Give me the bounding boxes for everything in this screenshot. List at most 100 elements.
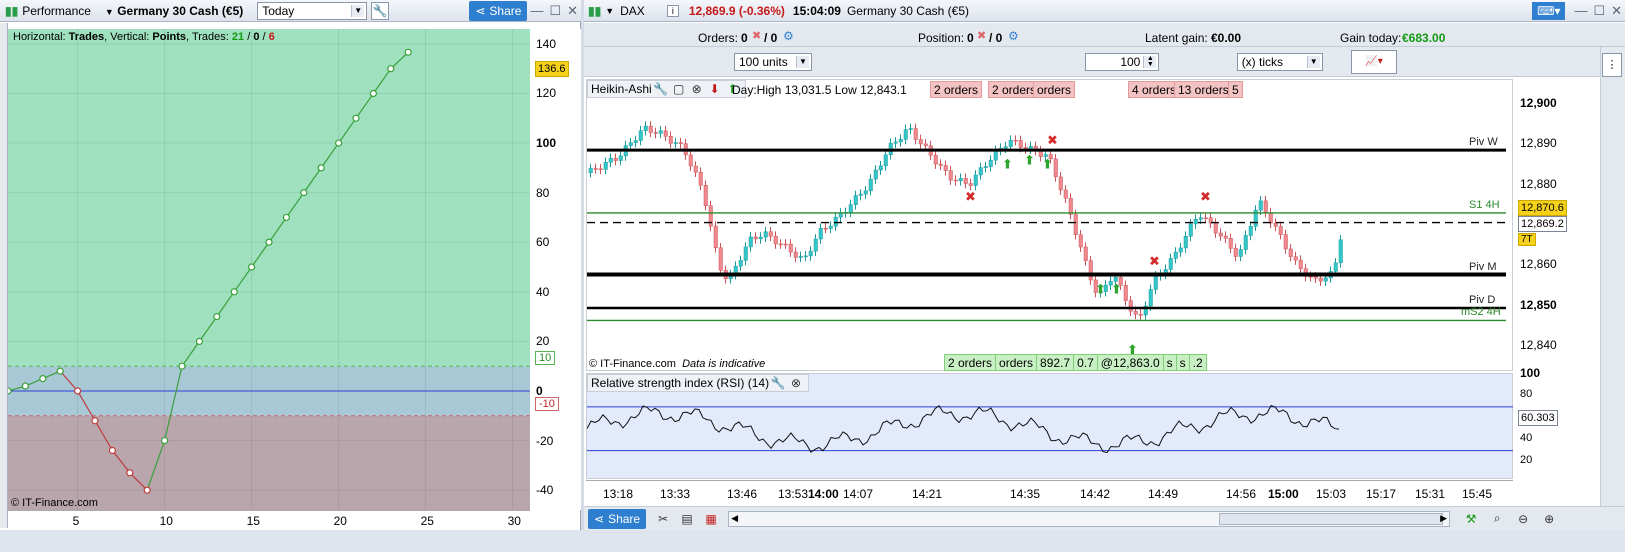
performance-icon: ▮▮: [5, 3, 19, 18]
close-circle-icon[interactable]: ⊗: [787, 374, 805, 392]
window-icon[interactable]: ▢: [670, 80, 688, 98]
list-icon[interactable]: ▤: [678, 510, 696, 528]
position-value[interactable]: 0: [967, 31, 974, 45]
position-tag[interactable]: s: [1175, 354, 1190, 371]
performance-title: Performance: [22, 3, 91, 18]
candle-body: [1213, 222, 1218, 234]
candle-body: [1278, 226, 1283, 235]
candle-body: [1188, 223, 1193, 237]
order-tag[interactable]: 4 orders: [1128, 81, 1181, 98]
order-tag[interactable]: 13 orders: [1174, 81, 1233, 98]
candle-body: [978, 167, 983, 176]
wrench-icon[interactable]: 🔧: [769, 374, 787, 392]
table-icon[interactable]: ▦: [702, 510, 720, 528]
time-tick-label: 14:00: [808, 487, 839, 501]
zoom-out-icon[interactable]: ⊖: [1514, 510, 1532, 528]
symbol-label[interactable]: DAX: [620, 4, 645, 18]
order-tag[interactable]: orders: [1033, 81, 1076, 98]
keyboard-icon[interactable]: ⌨▾: [1532, 1, 1566, 20]
stepper-icon[interactable]: ▲ ▼: [1143, 55, 1157, 68]
maximize-icon[interactable]: ☐: [1593, 3, 1605, 19]
cancel-icon[interactable]: ✖: [752, 29, 761, 42]
minimize-icon[interactable]: —: [530, 3, 543, 18]
rsi-title[interactable]: Relative strength index (RSI) (14): [591, 376, 769, 390]
strategy-icon[interactable]: 📈▾: [1351, 50, 1397, 74]
order-tag[interactable]: 5: [1228, 81, 1243, 98]
candle-body: [1008, 139, 1013, 147]
period-select[interactable]: Today ▼: [257, 1, 368, 20]
position-tag[interactable]: s: [1162, 354, 1177, 371]
performance-x-axis: 5 10 15 20 25 30: [8, 510, 530, 530]
orders-value-2[interactable]: / 0: [764, 31, 777, 45]
perf-point: [369, 89, 377, 98]
perf-point: [282, 213, 290, 222]
share-button[interactable]: ⋖ Share: [469, 0, 528, 21]
piv_d-label: Piv D: [1469, 293, 1496, 306]
candle-body: [1263, 200, 1268, 213]
position-value-2[interactable]: / 0: [989, 31, 1002, 45]
position-tag[interactable]: .2: [1188, 354, 1207, 371]
minimize-icon[interactable]: —: [1574, 3, 1587, 18]
position-tag[interactable]: 892.7: [1036, 354, 1075, 371]
tools-icon[interactable]: ✂: [654, 510, 672, 528]
chevron-left-icon[interactable]: ◀: [731, 513, 738, 524]
upper-band-tag: 10: [535, 351, 556, 365]
chevron-right-icon[interactable]: ▶: [1440, 513, 1447, 524]
perf-point: [300, 189, 308, 197]
candle-body: [1088, 260, 1093, 281]
position-tag[interactable]: orders: [995, 354, 1038, 371]
price-chart: ✖⬆ ⬆ ⬆✖⬆ ⬆⬆✖✖: [587, 121, 1506, 358]
position-tag[interactable]: 0.7: [1073, 354, 1098, 371]
time-axis: 13:18 13:33 13:46 13:53 14:00 14:07 14:21 14:35…: [586, 480, 1513, 506]
candle-body: [1318, 277, 1323, 282]
close-circle-icon[interactable]: ⊗: [688, 80, 706, 98]
ticks-select[interactable]: (x) ticks ▼: [1236, 53, 1323, 71]
position-tag[interactable]: @12,863.0: [1096, 354, 1164, 371]
candle-body: [1298, 259, 1303, 269]
chevron-down-icon[interactable]: ▼: [605, 6, 614, 16]
position-tag[interactable]: 2 orders: [944, 354, 997, 371]
candle-body: [693, 165, 698, 173]
share-button[interactable]: ⋖ Share: [588, 508, 647, 529]
left-edge-strip: [0, 23, 8, 528]
wrench-icon[interactable]: 🔧: [371, 1, 390, 20]
settings-icon[interactable]: ⚙: [783, 29, 794, 43]
perf-point: [21, 382, 29, 390]
wrench-icon[interactable]: 🔧: [652, 80, 670, 98]
scroll-thumb[interactable]: [1219, 512, 1444, 525]
candle-body: [598, 168, 603, 171]
instrument-dropdown[interactable]: ▼ Germany 30 Cash (€5): [105, 4, 243, 18]
arrow-down-icon[interactable]: ⬇: [706, 80, 724, 98]
close-icon[interactable]: ✕: [1611, 3, 1622, 19]
time-tick-label: 15:03: [1316, 487, 1347, 501]
maximize-icon[interactable]: ☐: [549, 3, 561, 19]
price-tick-label: 12,840: [1520, 337, 1557, 352]
order-tag[interactable]: 2 orders: [930, 81, 983, 98]
price-tick-label: 12,900: [1520, 96, 1557, 111]
trading-titlebar: ▮▮ ▼ DAX i 12,869.9 (-0.36%) 15:04:09 Ge…: [584, 0, 1625, 22]
close-icon[interactable]: ✕: [567, 3, 578, 19]
candle-body: [1238, 249, 1243, 257]
chart-tool-icon[interactable]: ⚒: [1462, 510, 1480, 528]
info-icon[interactable]: i: [666, 4, 679, 17]
quantity-input[interactable]: 100 ▲ ▼: [1085, 53, 1160, 71]
orders-label: Orders:: [698, 31, 739, 45]
y-tick-label: -40: [536, 483, 554, 498]
perf-point: [230, 288, 238, 296]
units-select[interactable]: 100 units ▼: [734, 53, 812, 71]
tools-icon[interactable]: ⋮: [1602, 53, 1622, 77]
zoom-fit-icon[interactable]: ⌕: [1488, 510, 1506, 528]
zoom-in-icon[interactable]: ⊕: [1540, 510, 1558, 528]
buy-arrow-marker: ⬆: [1111, 282, 1122, 297]
settings-icon[interactable]: ⚙: [1008, 29, 1019, 43]
perf-point: [73, 387, 82, 395]
candle-body: [1138, 314, 1143, 316]
cancel-icon[interactable]: ✖: [977, 29, 986, 42]
chevron-down-icon: ▼: [104, 6, 114, 17]
chart-type-label[interactable]: Heikin-Ashi: [591, 82, 652, 96]
orders-value[interactable]: 0: [741, 31, 748, 45]
horizontal-scrollbar[interactable]: ◀ ▶: [728, 510, 1451, 527]
time-tick-label: 14:21: [912, 487, 943, 501]
perf-point: [317, 164, 325, 172]
tick-count-tag: 7T: [1518, 233, 1536, 246]
